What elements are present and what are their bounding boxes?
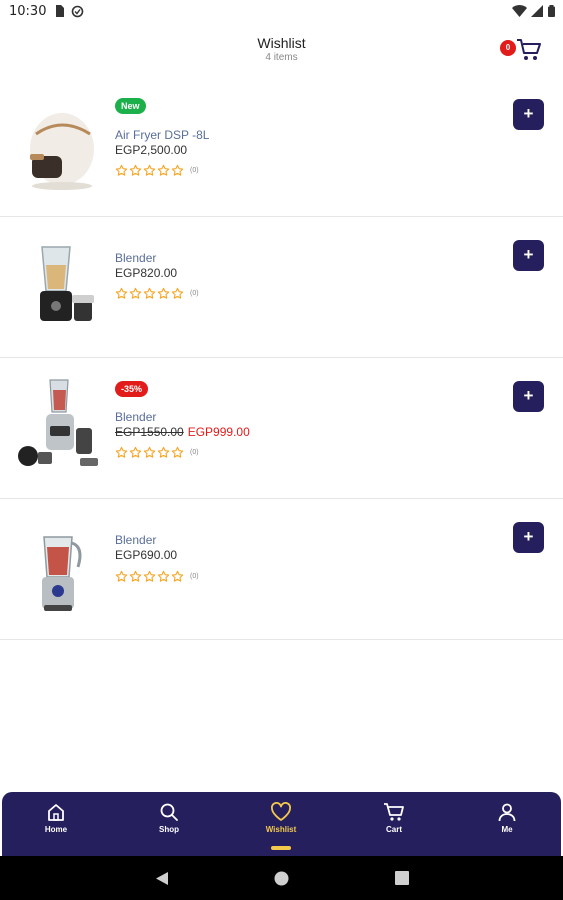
plus-icon: + xyxy=(523,104,534,123)
air-fryer-image xyxy=(30,113,94,190)
add-to-cart-button[interactable]: + xyxy=(513,99,544,130)
cart-icon xyxy=(384,803,404,821)
home-button-icon[interactable] xyxy=(274,871,289,886)
cart-count-badge: 0 xyxy=(500,40,516,56)
new-badge: New xyxy=(115,98,146,114)
nav-cart[interactable]: Cart xyxy=(364,802,424,834)
nav-label: Home xyxy=(44,825,68,834)
star-icon xyxy=(129,570,142,583)
signal-icon xyxy=(531,5,543,17)
status-time: 10:30 xyxy=(9,4,47,19)
product-name[interactable]: Blender xyxy=(115,533,156,547)
plus-icon: + xyxy=(523,386,534,405)
system-navigation-bar xyxy=(0,856,563,900)
wishlist-item[interactable]: New Air Fryer DSP -8L EGP2,500.00 (0) + xyxy=(0,76,563,217)
star-icon xyxy=(115,446,128,459)
star-icon xyxy=(143,287,156,300)
nav-label: Cart xyxy=(385,825,402,834)
product-price: EGP690.00 xyxy=(115,548,178,562)
product-rating: (0) xyxy=(115,286,199,300)
search-icon xyxy=(160,803,178,821)
nav-home[interactable]: Home xyxy=(26,802,86,834)
star-icon xyxy=(129,164,142,177)
nav-shop[interactable]: Shop xyxy=(139,802,199,834)
star-icon xyxy=(157,164,170,177)
home-icon xyxy=(48,804,64,821)
data-saver-icon xyxy=(71,5,84,18)
app-header: Wishlist 4 items 0 xyxy=(0,24,563,80)
header-cart-button[interactable]: 0 xyxy=(500,38,546,66)
original-price: EGP1550.00 xyxy=(115,425,184,439)
status-bar: 10:30 xyxy=(0,0,563,24)
back-icon[interactable] xyxy=(155,871,169,886)
wishlist-item[interactable]: -35% Blender EGP1550.00 EGP999.00 (0) + xyxy=(0,358,563,499)
rating-count: (0) xyxy=(190,166,199,174)
star-icon xyxy=(115,287,128,300)
star-icon xyxy=(143,570,156,583)
product-price: EGP2,500.00 xyxy=(115,143,188,157)
nav-wishlist[interactable]: Wishlist xyxy=(251,802,311,834)
rating-count: (0) xyxy=(190,289,199,297)
wifi-icon xyxy=(512,5,527,17)
product-rating: (0) xyxy=(115,569,199,583)
star-icon xyxy=(157,446,170,459)
blender-image xyxy=(42,536,82,611)
plus-icon: + xyxy=(523,245,534,264)
nav-label: Shop xyxy=(159,825,179,834)
product-rating: (0) xyxy=(115,445,199,459)
user-icon xyxy=(498,803,516,822)
star-icon xyxy=(143,164,156,177)
wishlist-item[interactable]: Blender EGP820.00 (0) + xyxy=(0,217,563,358)
heart-icon xyxy=(271,802,291,821)
star-icon xyxy=(115,570,128,583)
add-to-cart-button[interactable]: + xyxy=(513,522,544,553)
recents-icon[interactable] xyxy=(395,871,409,885)
star-icon xyxy=(129,446,142,459)
rating-count: (0) xyxy=(190,448,199,456)
cart-icon xyxy=(517,39,541,60)
battery-icon xyxy=(548,5,555,17)
star-icon xyxy=(171,164,184,177)
active-tab-indicator xyxy=(271,846,291,850)
product-name[interactable]: Blender xyxy=(115,251,156,265)
blender-image xyxy=(40,246,94,321)
blender-set-image xyxy=(18,379,98,466)
product-rating: (0) xyxy=(115,163,199,177)
product-price: EGP820.00 xyxy=(115,266,178,280)
star-icon xyxy=(157,287,170,300)
sale-price: EGP999.00 xyxy=(187,425,250,439)
nav-label: Me xyxy=(501,825,513,834)
nav-me[interactable]: Me xyxy=(477,802,537,834)
product-name[interactable]: Blender xyxy=(115,410,156,424)
star-icon xyxy=(157,570,170,583)
nav-label: Wishlist xyxy=(265,825,297,834)
star-icon xyxy=(143,446,156,459)
discount-badge: -35% xyxy=(115,381,149,397)
product-price: EGP1550.00 EGP999.00 xyxy=(115,425,250,439)
star-icon xyxy=(171,570,184,583)
star-icon xyxy=(115,164,128,177)
add-to-cart-button[interactable]: + xyxy=(513,381,544,412)
star-icon xyxy=(129,287,142,300)
add-to-cart-button[interactable]: + xyxy=(513,240,544,271)
sim-card-icon xyxy=(56,5,64,17)
plus-icon: + xyxy=(523,527,534,546)
product-name[interactable]: Air Fryer DSP -8L xyxy=(115,128,209,142)
wishlist-item[interactable]: Blender EGP690.00 (0) + xyxy=(0,499,563,640)
star-icon xyxy=(171,446,184,459)
item-count: 4 items xyxy=(265,52,298,63)
star-icon xyxy=(171,287,184,300)
rating-count: (0) xyxy=(190,572,199,580)
page-title: Wishlist xyxy=(257,35,306,51)
